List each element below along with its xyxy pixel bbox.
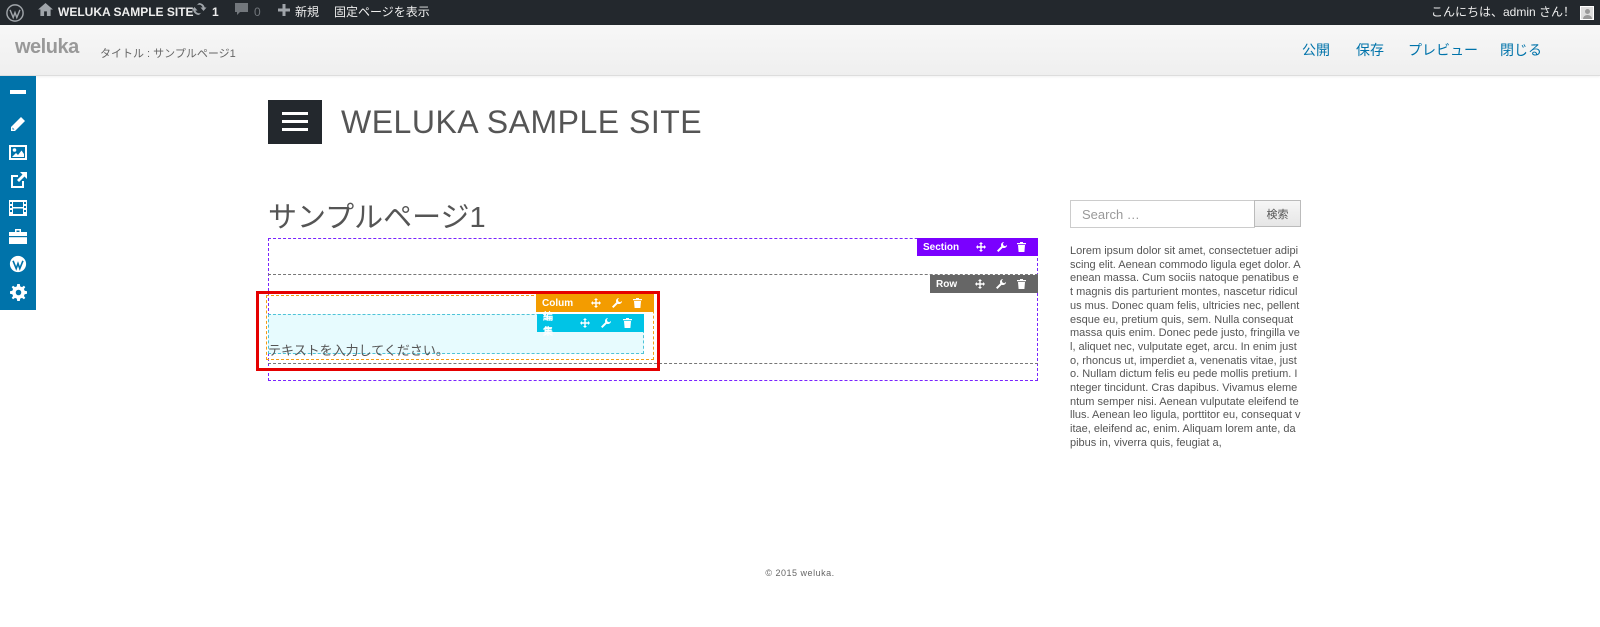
search-input[interactable] <box>1070 200 1255 228</box>
minus-icon[interactable] <box>0 78 36 106</box>
film-icon[interactable] <box>0 194 36 222</box>
trash-icon[interactable] <box>627 294 648 312</box>
admin-bar-new[interactable]: 新規 <box>278 0 319 25</box>
home-icon <box>38 0 53 25</box>
admin-bar-view-page[interactable]: 固定ページを表示 <box>334 0 430 25</box>
comments-count: 0 <box>254 5 261 19</box>
trash-icon[interactable] <box>617 314 638 332</box>
footer-copyright: © 2015 weluka. <box>765 568 835 578</box>
wrench-icon[interactable] <box>606 294 627 312</box>
tool-panel <box>0 76 36 310</box>
comment-icon <box>234 0 249 25</box>
admin-bar-site-link[interactable]: WELUKA SAMPLE SITE <box>38 0 194 25</box>
admin-bar: WELUKA SAMPLE SITE 1 0 新規 固定ページを表示 こんにちは… <box>0 0 1600 25</box>
move-icon[interactable] <box>971 238 991 256</box>
hamburger-bar <box>282 112 308 115</box>
wordpress-icon[interactable] <box>0 250 36 278</box>
weluka-logo: weluka <box>15 36 79 58</box>
move-icon[interactable] <box>574 314 595 332</box>
hamburger-bar <box>282 120 308 123</box>
admin-bar-account[interactable]: こんにちは、admin さん！ <box>1431 0 1594 25</box>
wrench-icon[interactable] <box>596 314 617 332</box>
close-button[interactable]: 閉じる <box>1500 40 1542 60</box>
move-icon[interactable] <box>585 294 606 312</box>
greeting-text: こんにちは、admin さん！ <box>1430 5 1575 19</box>
editor-header: weluka タイトル : サンプルページ1 公開 保存 プレビュー 閉じる <box>0 25 1600 76</box>
external-link-icon[interactable] <box>0 166 36 194</box>
site-title[interactable]: WELUKA SAMPLE SITE <box>341 104 702 141</box>
wordpress-logo-icon[interactable] <box>6 0 24 25</box>
view-page-label: 固定ページを表示 <box>334 5 430 19</box>
refresh-icon <box>191 0 207 25</box>
text-block-content[interactable]: テキストを入力してください。 <box>268 340 449 359</box>
plus-icon <box>278 0 290 25</box>
row-label: Row <box>936 278 958 290</box>
admin-bar-site-name: WELUKA SAMPLE SITE <box>58 5 194 19</box>
admin-bar-comments[interactable]: 0 <box>234 0 261 25</box>
wrench-icon[interactable] <box>991 238 1011 256</box>
avatar <box>1580 5 1594 20</box>
trash-icon[interactable] <box>1011 275 1032 293</box>
briefcase-icon[interactable] <box>0 222 36 250</box>
admin-bar-updates[interactable]: 1 <box>191 0 219 25</box>
section-label: Section <box>923 241 960 253</box>
trash-icon[interactable] <box>1012 238 1032 256</box>
new-label: 新規 <box>295 5 320 19</box>
pencil-icon[interactable] <box>0 110 36 138</box>
text-block-toolbar: 編集 <box>537 312 644 338</box>
column-label: Colum <box>542 297 574 309</box>
gear-icon[interactable] <box>0 278 36 306</box>
sidebar-text-widget: Lorem ipsum dolor sit amet, consectetuer… <box>1070 245 1301 449</box>
edit-label[interactable]: 編集 <box>543 308 562 338</box>
section-toolbar: Section <box>917 238 1038 256</box>
publish-button[interactable]: 公開 <box>1302 40 1330 60</box>
move-icon[interactable] <box>969 275 990 293</box>
hamburger-bar <box>282 128 308 131</box>
menu-toggle-button[interactable] <box>268 100 322 144</box>
wrench-icon[interactable] <box>990 275 1011 293</box>
page-title: サンプルページ1 <box>268 202 486 234</box>
document-title: タイトル : サンプルページ1 <box>100 48 236 60</box>
preview-button[interactable]: プレビュー <box>1408 40 1478 60</box>
updates-count: 1 <box>212 5 219 19</box>
search-button[interactable]: 検索 <box>1254 200 1301 227</box>
row-toolbar: Row <box>930 275 1038 293</box>
save-button[interactable]: 保存 <box>1356 40 1384 60</box>
image-icon[interactable] <box>0 138 36 166</box>
